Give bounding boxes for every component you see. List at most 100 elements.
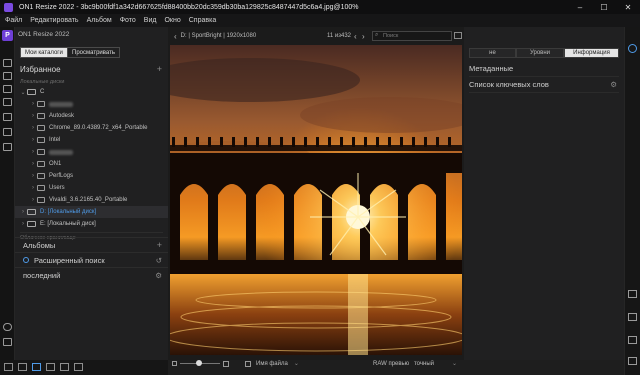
image-counter: 11 из432 [327, 33, 352, 39]
search-icon: ⌕ [375, 32, 379, 38]
chevron-down-icon[interactable]: ⌄ [452, 360, 457, 367]
raw-preview-select[interactable]: точный [414, 361, 434, 367]
reset-icon[interactable]: ↺ [156, 256, 162, 265]
menu-view[interactable]: Вид [144, 17, 157, 24]
view-filmstrip-icon[interactable] [4, 363, 13, 371]
albums-icon[interactable] [3, 128, 12, 136]
recent-section[interactable]: последний ⚙ [15, 267, 168, 282]
advanced-search-section[interactable]: Расширенный поиск ↺ [15, 252, 168, 267]
tab-levels[interactable]: Уровни [516, 48, 564, 58]
folder-icon [37, 197, 45, 203]
chevron-right-icon[interactable]: › [29, 125, 37, 131]
advanced-search-heading: Расширенный поиск [34, 255, 105, 265]
tree-item-folder[interactable]: › Chrome_89.0.4389.72_x64_Portable [15, 122, 168, 134]
chevron-right-icon[interactable]: › [19, 221, 27, 227]
chevron-right-icon[interactable]: › [29, 137, 37, 143]
tree-item-drive-d[interactable]: › D: [Локальный диск] [15, 206, 168, 218]
tree-item-folder[interactable]: › ON1 [15, 158, 168, 170]
tree-item-folder[interactable]: › [15, 146, 168, 158]
chevron-down-icon[interactable]: ⌄ [294, 360, 299, 367]
send-to-icon[interactable] [628, 357, 637, 365]
albums-section[interactable]: Альбомы + [15, 237, 168, 252]
folder-icon [37, 173, 45, 179]
on1-logo-icon: P [2, 30, 13, 41]
tab-navigator[interactable]: не [469, 48, 516, 58]
view-detail-icon[interactable] [32, 363, 41, 371]
chevron-down-icon[interactable]: ⌄ [19, 89, 27, 96]
drive-icon [27, 221, 36, 227]
minimize-button[interactable]: – [568, 0, 592, 14]
user-icon[interactable] [3, 323, 12, 331]
view-compare-icon[interactable] [46, 363, 55, 371]
redacted-name [49, 101, 73, 107]
tree-item-folder[interactable]: › Users [15, 182, 168, 194]
raw-preview-label: RAW превью [373, 360, 410, 367]
chevron-right-icon[interactable]: › [29, 173, 37, 179]
export-icon[interactable] [628, 290, 637, 298]
menu-window[interactable]: Окно [164, 17, 180, 24]
camera-icon[interactable] [3, 85, 12, 93]
drive-icon [27, 209, 36, 215]
menu-help[interactable]: Справка [189, 17, 216, 24]
layers-icon[interactable] [3, 143, 12, 151]
tree-item-folder[interactable]: › Autodesk [15, 110, 168, 122]
menu-edit[interactable]: Редактировать [30, 17, 78, 24]
share-icon[interactable] [628, 336, 637, 344]
tree-item-folder[interactable]: › Intel [15, 134, 168, 146]
folder-open-icon[interactable] [454, 32, 462, 39]
view-grid-icon[interactable] [18, 363, 27, 371]
chevron-right-icon[interactable]: › [29, 185, 37, 191]
settings-gear-icon[interactable]: ⚙ [155, 271, 162, 280]
next-image-icon[interactable]: › [362, 32, 365, 41]
tab-info[interactable]: Информация [564, 48, 619, 58]
tree-item-folder[interactable]: › Vivaldi_3.6.2165.40_Portable [15, 194, 168, 206]
prev-image-icon[interactable]: ‹ [354, 32, 357, 41]
title-bar: ON1 Resize 2022 - 3bc9b00fdf1a342d667625… [0, 0, 640, 14]
chevron-right-icon[interactable]: › [29, 113, 37, 119]
print-icon[interactable] [628, 313, 637, 321]
metadata-section[interactable]: Метаданные [469, 61, 619, 77]
chevron-right-icon[interactable]: › [19, 209, 27, 215]
view-list-icon[interactable] [74, 363, 83, 371]
tree-item-drive-c[interactable]: ⌄ C [15, 86, 168, 98]
chevron-right-icon[interactable]: › [29, 149, 37, 155]
menu-album[interactable]: Альбом [87, 17, 112, 24]
monitor-icon[interactable] [3, 72, 12, 80]
recent-heading: последний [23, 270, 61, 280]
close-button[interactable]: ✕ [616, 0, 640, 14]
zoom-slider[interactable] [180, 360, 220, 366]
zoom-out-icon[interactable] [172, 361, 177, 366]
tree-item-folder[interactable]: › [15, 98, 168, 110]
folder-icon [37, 185, 45, 191]
drive-icon[interactable] [3, 98, 12, 106]
browse-module-icon[interactable] [628, 44, 637, 53]
view-map-icon[interactable] [60, 363, 69, 371]
menu-file[interactable]: Файл [5, 17, 22, 24]
tree-item-drive-e[interactable]: › E: [Локальный диск] [15, 218, 168, 230]
chevron-right-icon[interactable]: › [29, 197, 37, 203]
drive-icon [27, 89, 36, 95]
zoom-in-icon[interactable] [223, 360, 229, 367]
search-input[interactable]: ⌕ Поиск [372, 31, 452, 41]
search-circle-icon [23, 257, 29, 263]
zoom-slider-handle[interactable] [196, 360, 202, 366]
settings-gear-icon[interactable]: ⚙ [610, 80, 617, 89]
chevron-right-icon[interactable]: › [29, 101, 37, 107]
help-icon[interactable] [3, 338, 12, 346]
tree-item-folder[interactable]: › PerfLogs [15, 170, 168, 182]
add-album-icon[interactable]: + [157, 240, 162, 250]
add-favorite-icon[interactable]: + [157, 64, 162, 74]
back-arrow-icon[interactable]: ‹ [174, 32, 177, 41]
tab-browse[interactable]: Просматривать [67, 47, 120, 58]
local-disks-heading: Локальные диски [20, 79, 65, 85]
keywords-section[interactable]: Список ключевых слов ⚙ [469, 77, 619, 93]
tab-my-catalogs[interactable]: Мои каталоги [20, 47, 68, 58]
cloud-icon[interactable] [3, 113, 12, 121]
maximize-button[interactable]: ☐ [592, 0, 616, 14]
app-name: ON1 Resize 2022 [18, 31, 70, 38]
filename-checkbox[interactable] [245, 360, 251, 367]
view-mode-bar [0, 360, 168, 375]
menu-photo[interactable]: Фото [120, 17, 136, 24]
add-icon[interactable] [3, 59, 12, 67]
chevron-right-icon[interactable]: › [29, 161, 37, 167]
